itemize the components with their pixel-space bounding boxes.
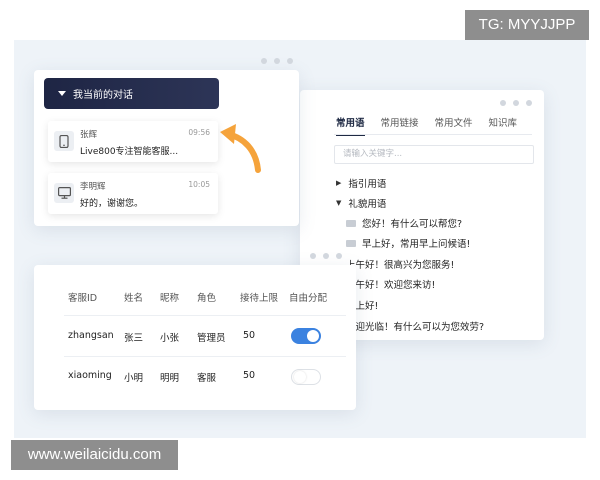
auto-assign-toggle[interactable] — [291, 328, 321, 344]
tab-divider — [334, 134, 532, 135]
auto-assign-toggle[interactable] — [291, 369, 321, 385]
message-preview: 好的，谢谢您。 — [80, 199, 144, 209]
conversation-item[interactable]: 张辉 09:56 Live800专注智能客服... — [48, 121, 218, 162]
agent-name: 小明 — [124, 373, 144, 384]
caret-down-icon: ▼ — [336, 199, 342, 207]
message-time: 10:05 — [188, 180, 210, 189]
agents-table-window: 客服ID 姓名 昵称 角色 接待上限 自由分配 zhangsan 张三 小张 管… — [34, 253, 356, 410]
column-header: 昵称 — [160, 293, 180, 304]
curved-arrow-icon — [220, 124, 261, 173]
phrases-tabs: 常用语 常用链接 常用文件 知识库 — [336, 115, 517, 136]
agent-limit: 50 — [243, 330, 256, 341]
phrase-group-guide[interactable]: ▶ 指引用语 — [336, 176, 386, 190]
conversation-item[interactable]: 李明辉 10:05 好的，谢谢您。 — [48, 173, 218, 214]
phrase-text: 下午好！欢迎您来访! — [346, 280, 436, 291]
tab-common-links[interactable]: 常用链接 — [381, 115, 419, 136]
agent-name: 张三 — [124, 333, 144, 344]
watermark-site: www.weilaicidu.com — [11, 440, 178, 470]
column-header: 角色 — [197, 293, 217, 304]
caret-right-icon: ▶ — [336, 179, 342, 187]
agent-nickname: 小张 — [160, 333, 180, 344]
agent-limit: 50 — [243, 370, 256, 381]
message-time: 09:56 — [188, 128, 210, 137]
agent-nickname: 明明 — [160, 373, 180, 384]
phrase-item[interactable]: 早上好，常用早上问候语! — [346, 236, 470, 250]
message-icon — [346, 239, 356, 247]
phrase-item[interactable]: 下午好！欢迎您来访! — [346, 277, 435, 291]
window-controls — [310, 253, 342, 259]
phrase-group-polite[interactable]: ▼ 礼貌用语 — [336, 196, 386, 210]
column-header: 接待上限 — [240, 293, 279, 304]
caret-down-icon — [58, 91, 66, 96]
mobile-phone-icon — [54, 131, 74, 151]
agent-id: xiaoming — [68, 370, 112, 381]
phrase-text: 上午好！很高兴为您服务! — [346, 260, 455, 271]
desktop-computer-icon — [54, 183, 74, 203]
contact-name: 张辉 — [80, 130, 98, 140]
phrase-item[interactable]: 欢迎光临！有什么可以为您效劳? — [346, 319, 484, 333]
contact-name: 李明辉 — [80, 182, 106, 192]
agent-id: zhangsan — [68, 330, 114, 341]
conversation-header-label: 我当前的对话 — [73, 90, 133, 101]
column-header: 自由分配 — [289, 293, 328, 304]
agent-role: 管理员 — [197, 333, 226, 344]
message-icon — [346, 219, 356, 227]
phrase-text: 欢迎光临！有什么可以为您效劳? — [346, 322, 485, 333]
window-controls — [261, 58, 293, 64]
tab-knowledge-base[interactable]: 知识库 — [489, 115, 518, 136]
phrase-item[interactable]: 您好！有什么可以帮您? — [346, 216, 462, 230]
phrase-item[interactable]: 上午好！很高兴为您服务! — [346, 257, 454, 271]
phrase-group-label: 礼貌用语 — [348, 199, 387, 210]
column-header: 客服ID — [68, 293, 98, 304]
column-header: 姓名 — [124, 293, 144, 304]
tab-common-phrases[interactable]: 常用语 — [336, 115, 365, 136]
phrase-search-input[interactable]: 请输入关键字... — [334, 145, 534, 164]
agent-role: 客服 — [197, 373, 217, 384]
tab-common-files[interactable]: 常用文件 — [435, 115, 473, 136]
window-controls — [500, 100, 532, 106]
watermark-tg: TG: MYYJJPP — [465, 10, 589, 40]
phrase-group-label: 指引用语 — [348, 179, 387, 190]
row-divider — [64, 356, 346, 357]
conversation-header[interactable]: 我当前的对话 — [44, 78, 219, 109]
phrase-text: 您好！有什么可以帮您? — [362, 219, 463, 230]
phrase-text: 早上好，常用早上问候语! — [362, 239, 471, 250]
row-divider — [64, 315, 346, 316]
message-preview: Live800专注智能客服... — [80, 147, 179, 157]
